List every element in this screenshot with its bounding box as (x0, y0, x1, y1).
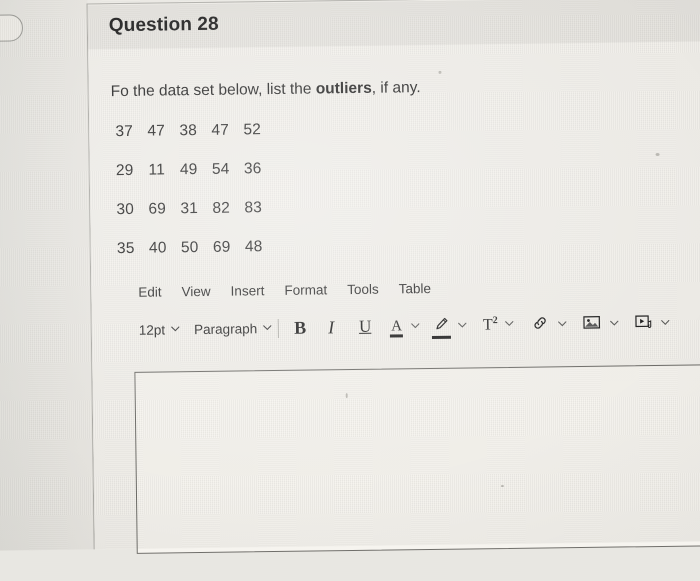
media-icon (635, 314, 653, 332)
data-set-row: 37 47 38 47 52 (113, 121, 263, 141)
data-value: 38 (177, 122, 199, 140)
chevron-down-icon (661, 317, 670, 326)
dust-speck (501, 485, 504, 487)
image-icon (583, 315, 601, 333)
dust-speck (438, 71, 441, 74)
editor-toolbar: 12pt Paragraph (139, 307, 700, 345)
chevron-down-icon (558, 319, 567, 328)
question-panel: Question 28 Fo the data set below, list … (87, 0, 700, 549)
data-value: 83 (242, 199, 264, 217)
insert-image-button[interactable] (583, 315, 619, 333)
block-format-value: Paragraph (194, 321, 257, 337)
data-set-row: 30 69 31 82 83 (114, 199, 264, 219)
chevron-down-icon (505, 319, 514, 328)
prompt-text-after: , if any. (372, 79, 421, 97)
insert-media-button[interactable] (635, 314, 670, 332)
font-size-select[interactable]: 12pt (139, 322, 180, 338)
superscript-button[interactable]: T2 (483, 315, 514, 335)
data-value: 82 (210, 200, 232, 218)
italic-icon: I (328, 317, 334, 338)
menu-tools[interactable]: Tools (347, 282, 379, 297)
data-set-row: 29 11 49 54 36 (114, 160, 264, 180)
data-value: 40 (147, 239, 169, 257)
toolbar-divider (278, 318, 279, 337)
bold-icon: B (294, 317, 306, 338)
text-color-icon: A (391, 320, 402, 333)
data-value: 30 (114, 201, 136, 219)
italic-button[interactable]: I (323, 316, 339, 338)
menu-edit[interactable]: Edit (138, 284, 161, 299)
data-set-row: 35 40 50 69 48 (115, 238, 265, 258)
prompt-text-bold: outliers (316, 80, 372, 98)
question-prompt: Fo the data set below, list the outliers… (111, 79, 421, 101)
underline-icon: U (359, 317, 372, 337)
rich-text-editor: Edit View Insert Format Tools Table 12pt Para… (111, 277, 700, 579)
highlight-color-button[interactable] (434, 317, 467, 335)
question-body: Fo the data set below, list the outliers… (88, 41, 700, 549)
text-color-button[interactable]: A (391, 320, 420, 333)
superscript-icon: T2 (483, 315, 498, 335)
data-value: 49 (178, 161, 200, 179)
data-value: 47 (145, 122, 167, 140)
screen-photo: Question 28 Fo the data set below, list … (0, 0, 700, 551)
data-value: 31 (178, 200, 200, 218)
chevron-down-icon (610, 318, 619, 327)
chevron-down-icon (458, 320, 467, 329)
data-value: 69 (146, 200, 168, 218)
data-value: 35 (115, 240, 137, 258)
block-format-select[interactable]: Paragraph (194, 321, 272, 337)
bold-button[interactable]: B (292, 317, 308, 339)
link-icon (532, 315, 549, 333)
prompt-text-before: Fo the data set below, list the (111, 80, 316, 100)
data-value: 69 (211, 239, 233, 257)
data-value: 54 (210, 161, 232, 179)
font-size-value: 12pt (139, 322, 165, 337)
data-value: 11 (146, 161, 168, 179)
menu-insert[interactable]: Insert (231, 283, 265, 298)
highlighter-pen-icon (434, 317, 449, 335)
menu-format[interactable]: Format (284, 282, 327, 298)
left-margin-rail (0, 0, 95, 551)
dust-speck (656, 153, 660, 156)
data-value: 50 (179, 239, 201, 257)
data-value: 48 (243, 238, 265, 256)
menu-view[interactable]: View (182, 284, 211, 299)
page-title: Question 28 (109, 14, 219, 37)
insert-link-button[interactable] (532, 315, 567, 333)
menu-table[interactable]: Table (399, 281, 431, 296)
data-value: 37 (113, 123, 135, 141)
chevron-down-icon (263, 323, 272, 332)
chevron-down-icon (411, 321, 420, 330)
underline-button[interactable]: U (357, 316, 373, 338)
dust-speck (346, 393, 348, 398)
chevron-down-icon (171, 324, 180, 333)
data-value: 29 (114, 162, 136, 180)
data-value: 36 (242, 160, 264, 178)
data-value: 52 (241, 121, 263, 139)
data-value: 47 (209, 122, 231, 140)
editor-menubar: Edit View Insert Format Tools Table (138, 281, 431, 300)
screen-surface: Question 28 Fo the data set below, list … (0, 0, 700, 551)
answer-textarea[interactable] (134, 364, 700, 554)
